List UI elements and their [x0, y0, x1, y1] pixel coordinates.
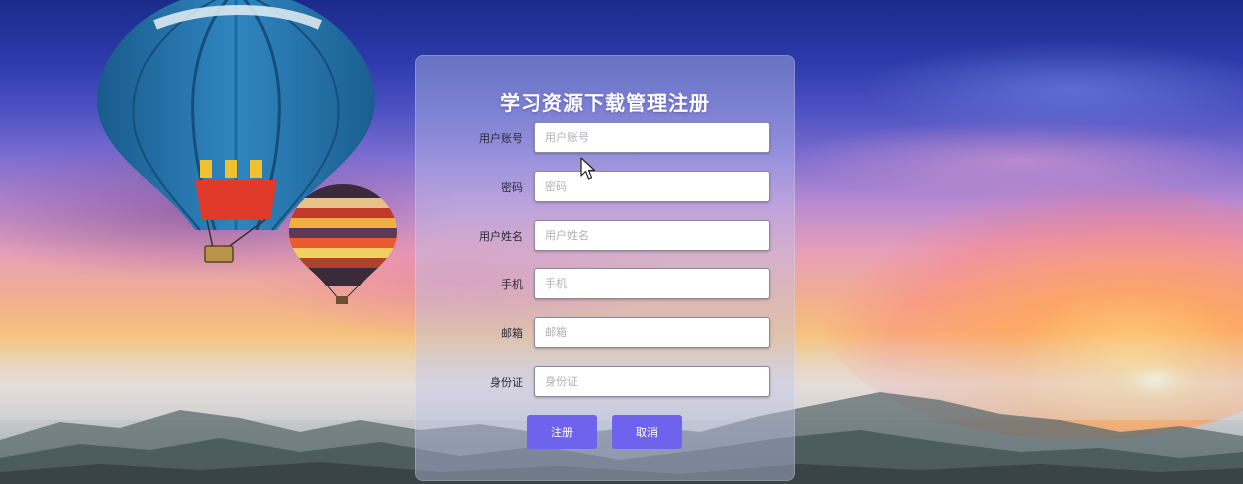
phone-label: 手机: [501, 278, 523, 291]
idcard-label: 身份证: [490, 376, 523, 389]
hot-air-balloon-small: [289, 184, 397, 304]
register-panel: 学习资源下载管理注册 用户账号 密码 用户姓名 手机 邮箱 身份证 注册 取消: [415, 55, 795, 481]
account-input[interactable]: [534, 122, 770, 153]
password-label: 密码: [501, 181, 523, 194]
mouse-cursor-icon: [580, 157, 596, 180]
password-input[interactable]: [534, 171, 770, 202]
form-row-email: 邮箱: [415, 317, 795, 349]
cancel-button[interactable]: 取消: [612, 415, 682, 449]
email-input[interactable]: [534, 317, 770, 348]
account-label: 用户账号: [479, 132, 523, 145]
phone-input[interactable]: [534, 268, 770, 299]
email-label: 邮箱: [501, 327, 523, 340]
page-title: 学习资源下载管理注册: [500, 91, 710, 115]
form-row-phone: 手机: [415, 268, 795, 300]
form-row-password: 密码: [415, 171, 795, 203]
form-row-name: 用户姓名: [415, 220, 795, 252]
name-label: 用户姓名: [479, 230, 523, 243]
name-input[interactable]: [534, 220, 770, 251]
form-row-account: 用户账号: [415, 122, 795, 154]
background-scene: 学习资源下载管理注册 用户账号 密码 用户姓名 手机 邮箱 身份证 注册 取消: [0, 0, 1243, 484]
form-row-idcard: 身份证: [415, 366, 795, 398]
idcard-input[interactable]: [534, 366, 770, 397]
register-button[interactable]: 注册: [527, 415, 597, 449]
